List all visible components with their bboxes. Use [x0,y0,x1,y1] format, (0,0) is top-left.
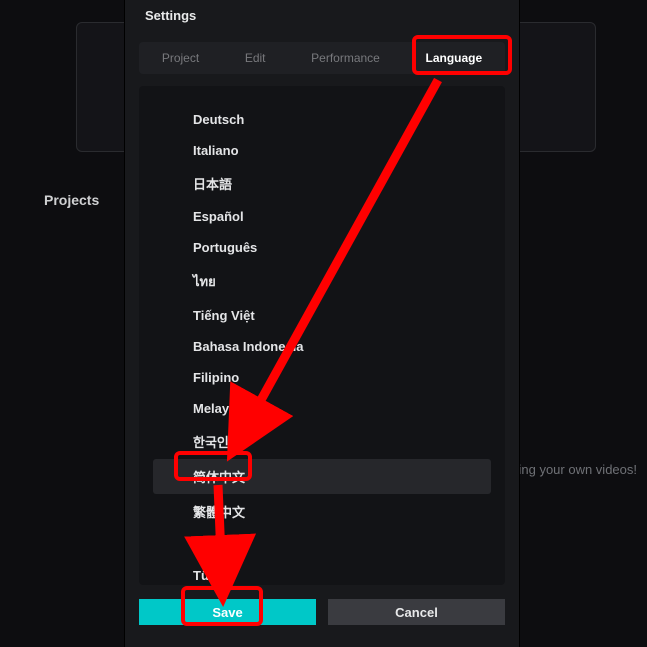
lang-option-bahasa[interactable]: Bahasa Indonesia [139,331,505,362]
lang-option-thai[interactable]: ไทย [139,263,505,300]
lang-option-vietnamese[interactable]: Tiếng Việt [139,300,505,331]
settings-tabs: Project Edit Performance Language [139,42,505,74]
lang-option-melayu[interactable]: Melayu [139,393,505,424]
settings-footer: Save Cancel [139,599,505,625]
lang-option-russian[interactable]: Русский [139,529,505,560]
tab-project[interactable]: Project [152,45,209,71]
language-list[interactable]: Deutsch Italiano 日本語 Español Português ไ… [139,86,505,585]
cancel-button[interactable]: Cancel [328,599,505,625]
lang-option-korean[interactable]: 한국인 [139,424,505,459]
lang-option-italiano[interactable]: Italiano [139,135,505,166]
settings-title: Settings [145,8,196,23]
lang-option-portugues[interactable]: Português [139,232,505,263]
projects-heading: Projects [44,192,99,208]
lang-option-filipino[interactable]: Filipino [139,362,505,393]
background-hint-text: ing your own videos! [518,462,637,477]
lang-option-japanese[interactable]: 日本語 [139,166,505,201]
tab-language[interactable]: Language [415,45,492,71]
lang-option-espanol[interactable]: Español [139,201,505,232]
lang-option-simplified-chinese[interactable]: 简体中文 [153,459,491,494]
save-button[interactable]: Save [139,599,316,625]
settings-modal: Settings Project Edit Performance Langua… [125,0,519,647]
lang-option-turkish[interactable]: Türkçe [139,560,505,585]
lang-option-deutsch[interactable]: Deutsch [139,104,505,135]
lang-option-traditional-chinese[interactable]: 繁體中文 [139,494,505,529]
tab-performance[interactable]: Performance [301,45,390,71]
tab-edit[interactable]: Edit [235,45,276,71]
